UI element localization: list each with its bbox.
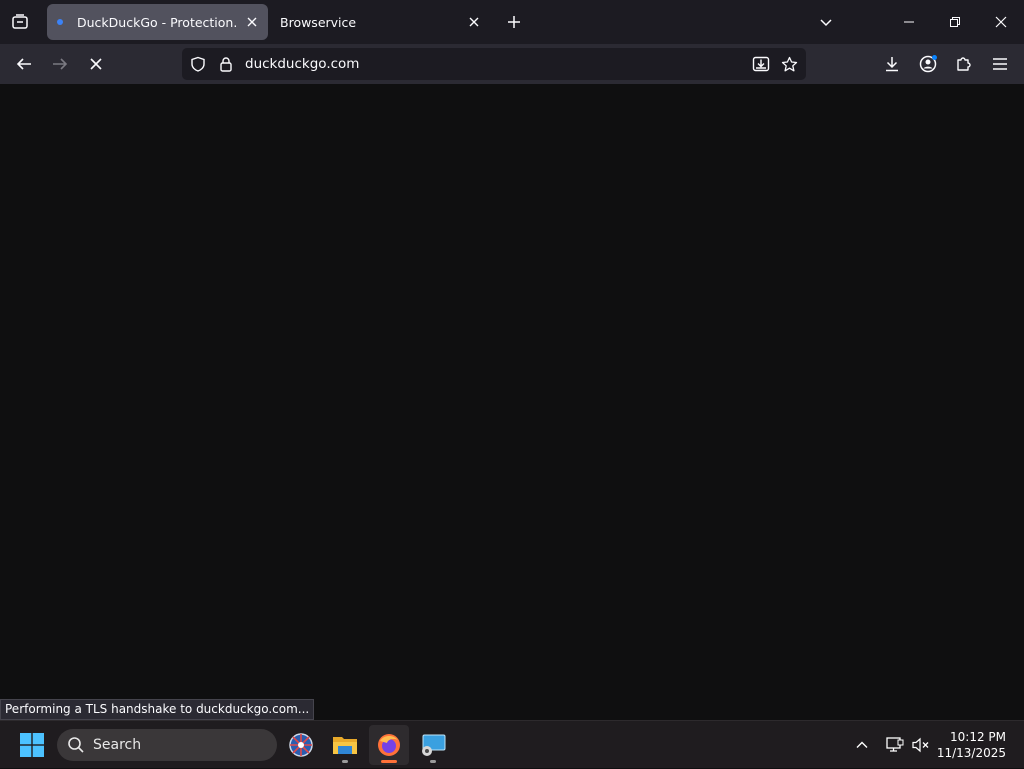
- install-icon: [752, 56, 770, 72]
- stop-button[interactable]: [82, 50, 110, 78]
- puzzle-icon: [957, 57, 971, 71]
- shield-icon: [191, 56, 205, 72]
- account-icon: [919, 55, 937, 73]
- volume-button[interactable]: [908, 733, 934, 757]
- close-icon: [995, 16, 1007, 28]
- downloads-button[interactable]: [878, 50, 906, 78]
- file-explorer-icon: [333, 737, 357, 754]
- ethernet-icon: [886, 737, 904, 752]
- arrow-left-icon: [16, 58, 31, 70]
- site-security-icon[interactable]: [215, 53, 237, 75]
- download-icon: [886, 57, 898, 72]
- tab-strip: DuckDuckGo - Protection. Privacy. Peace …: [0, 0, 1024, 44]
- tracking-protection-icon[interactable]: [187, 53, 209, 75]
- taskbar-app-firefox[interactable]: [369, 725, 409, 765]
- tab-duckduckgo[interactable]: DuckDuckGo - Protection. Privacy. Peace …: [47, 4, 268, 40]
- lock-icon: [220, 57, 232, 72]
- remote-desktop-icon: [422, 734, 446, 756]
- clock-date: 11/13/2025: [936, 746, 1006, 760]
- tab-title: Browservice: [280, 14, 357, 30]
- page-content: [0, 84, 1024, 720]
- list-all-tabs-button[interactable]: [814, 10, 838, 34]
- running-indicator: [342, 760, 348, 763]
- tab-close-button[interactable]: [464, 12, 484, 32]
- taskbar-app-file-explorer[interactable]: [325, 725, 365, 765]
- window-controls: [886, 0, 1024, 44]
- volume-muted-icon: [912, 737, 929, 753]
- firefox-view-button[interactable]: [6, 8, 34, 36]
- arrow-right-icon: [53, 58, 68, 70]
- tab-close-button[interactable]: [242, 12, 262, 32]
- navigation-toolbar: duckduckgo.com: [0, 44, 1024, 84]
- plus-icon: [508, 16, 520, 28]
- restore-icon: [950, 17, 960, 27]
- network-status-button[interactable]: [882, 733, 908, 757]
- clock-time: 10:12 PM: [950, 730, 1006, 744]
- taskbar: Search 10:12 PM 11/13/2025: [0, 720, 1024, 768]
- taskbar-app-remote-desktop[interactable]: [413, 725, 453, 765]
- system-clock[interactable]: 10:12 PM 11/13/2025: [937, 729, 1006, 761]
- firefox-icon: [378, 734, 400, 756]
- restore-button[interactable]: [932, 0, 978, 44]
- active-indicator: [381, 760, 397, 763]
- start-button[interactable]: [20, 733, 44, 757]
- windows-logo-icon: [20, 733, 44, 757]
- hamburger-menu-icon: [993, 58, 1007, 70]
- chevron-down-icon: [820, 19, 832, 27]
- loading-icon: [57, 19, 63, 25]
- address-bar[interactable]: duckduckgo.com: [182, 48, 806, 80]
- stop-icon: [90, 58, 102, 70]
- close-icon: [469, 17, 479, 27]
- status-panel: Performing a TLS handshake to duckduckgo…: [0, 699, 315, 720]
- system-tray: [850, 721, 934, 769]
- extensions-button[interactable]: [950, 50, 978, 78]
- tab-browservice[interactable]: Browservice: [270, 4, 490, 40]
- chevron-up-icon: [856, 741, 868, 748]
- show-hidden-icons-button[interactable]: [850, 733, 874, 757]
- network-icon: [289, 733, 313, 757]
- search-icon: [68, 737, 84, 753]
- install-app-button[interactable]: [750, 53, 772, 75]
- minimize-icon: [904, 21, 914, 23]
- star-icon: [781, 56, 797, 71]
- minimize-button[interactable]: [886, 0, 932, 44]
- taskbar-search[interactable]: Search: [57, 729, 277, 761]
- app-menu-button[interactable]: [986, 50, 1014, 78]
- close-icon: [247, 17, 257, 27]
- account-button[interactable]: [914, 50, 942, 78]
- close-window-button[interactable]: [978, 0, 1024, 44]
- url-text[interactable]: duckduckgo.com: [245, 56, 750, 72]
- search-label: Search: [93, 737, 142, 753]
- running-indicator: [430, 760, 436, 763]
- new-tab-button[interactable]: [502, 10, 526, 34]
- tab-title: DuckDuckGo - Protection. Privacy. Peace …: [77, 14, 238, 30]
- forward-button[interactable]: [46, 50, 74, 78]
- taskbar-app-network[interactable]: [281, 725, 321, 765]
- firefox-view-icon: [12, 14, 28, 29]
- bookmark-star-button[interactable]: [778, 53, 800, 75]
- back-button[interactable]: [10, 50, 38, 78]
